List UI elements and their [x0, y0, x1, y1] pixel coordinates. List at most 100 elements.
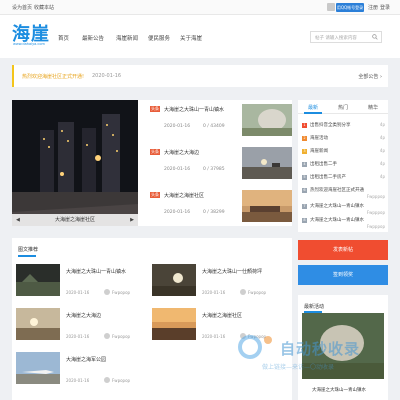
news-date: 2020-01-16 — [164, 210, 191, 215]
picture-item[interactable]: 大海崖之大珠山一仕顏荷坪 2020-01-16 Fwpopop — [152, 264, 292, 304]
picture-item[interactable]: 大海崖之大珠山一青山镇水 2020-01-16 Fwpopop — [16, 264, 156, 304]
picture-section-title: 图文推荐 — [18, 247, 39, 253]
search-icon[interactable] — [372, 34, 378, 40]
picture-author[interactable]: Fwpopop — [112, 290, 130, 295]
picture-title[interactable]: 大海崖之海军公园 — [66, 356, 106, 363]
news-thumbnail[interactable] — [242, 147, 292, 179]
headline-badge: 头条 — [150, 192, 160, 198]
list-item-views: 4p — [379, 148, 385, 153]
nav-home[interactable]: 首页 — [58, 34, 69, 42]
top-bar: 设为首页 收藏本站 用QQ帐号登录 注册 登录 — [0, 0, 400, 15]
list-item-views: Fwpppop — [366, 224, 385, 229]
picture-author[interactable]: Fwpopop — [112, 378, 130, 383]
picture-date: 2020-01-16 — [66, 290, 90, 295]
section-accent — [18, 255, 36, 257]
picture-title[interactable]: 大海崖之大珠山一青山镇水 — [66, 268, 126, 275]
watermark-subtext: 做上链接—来访—〇动收录 — [262, 364, 335, 371]
news-date: 2020-01-16 — [164, 124, 191, 129]
author-avatar — [104, 333, 110, 339]
notice-text[interactable]: 热烈欢迎海崖社区正式开通! — [22, 73, 84, 80]
news-item[interactable]: 头条 大海崖之大海边 2020-01-16 0 / 37985 — [146, 143, 292, 183]
list-item[interactable]: 2 海崖活动 — [302, 135, 328, 141]
picture-thumbnail[interactable] — [152, 264, 196, 296]
tab-latest[interactable]: 最新 — [308, 104, 318, 111]
picture-item[interactable]: 大海崖之大海边 2020-01-16 Fwpopop — [16, 308, 156, 348]
list-item-views: 4p — [379, 135, 385, 140]
image-slider[interactable]: 大海崖之海崖社区 ◀ ▶ — [12, 100, 138, 226]
nav-notice[interactable]: 最新公告 — [82, 34, 104, 42]
register-link[interactable]: 注册 — [368, 4, 378, 11]
picture-thumbnail[interactable] — [152, 308, 196, 340]
news-item[interactable]: 头条 大海崖之海崖社区 2020-01-16 0 / 38299 — [146, 186, 292, 226]
list-item[interactable]: 4 出租出售二手 — [302, 161, 337, 167]
picture-thumbnail[interactable] — [16, 308, 60, 340]
picture-author[interactable]: Fwpopop — [112, 334, 130, 339]
picture-date: 2020-01-16 — [202, 290, 226, 295]
watermark-overlay: 自动秒收录 做上链接—来访—〇动收录 — [232, 330, 392, 380]
picture-date: 2020-01-16 — [202, 334, 226, 339]
latest-section-title: 最新活动 — [304, 304, 325, 310]
author-avatar — [104, 377, 110, 383]
set-home-link[interactable]: 设为首页 — [12, 4, 32, 11]
list-item[interactable]: 1 出售抖音全类别分享 — [302, 122, 351, 128]
news-thumbnail[interactable] — [242, 104, 292, 136]
news-title[interactable]: 大海崖之大珠山一青山镇水 — [164, 106, 224, 113]
list-item[interactable]: 8 大海崖之大珠山一青山镇水 — [302, 217, 364, 223]
picture-title[interactable]: 大海崖之大海边 — [66, 312, 101, 319]
headline-badge: 头条 — [150, 149, 160, 155]
author-avatar — [104, 289, 110, 295]
picture-thumbnail[interactable] — [16, 264, 60, 296]
list-item[interactable]: 6 热烈欢迎海崖社区正式开通 — [302, 187, 364, 193]
add-favorite-link[interactable]: 收藏本站 — [34, 4, 54, 11]
sign-in-reward-button[interactable]: 签到领奖 — [298, 265, 388, 285]
list-item[interactable]: 7 大海崖之大珠山一青山镇水 — [302, 203, 364, 209]
news-date: 2020-01-16 — [164, 167, 191, 172]
login-link[interactable]: 登录 — [380, 4, 390, 11]
headline-badge: 头条 — [150, 106, 160, 112]
search-input[interactable]: 帖子 请输入搜索内容 — [310, 31, 382, 43]
sidebar-tabs-panel: 最新 热门 精华 1 出售抖音全类别分享 4p 2 海崖活动 4p 3 海崖新闻 4p… — [298, 100, 388, 232]
list-item-views: Fwpppop — [366, 194, 385, 199]
search-placeholder: 帖子 请输入搜索内容 — [315, 36, 357, 41]
new-post-button[interactable]: 发表新帖 — [298, 240, 388, 260]
notice-date: 2020-01-16 — [92, 73, 122, 79]
nav-service[interactable]: 便民服务 — [148, 34, 170, 42]
news-item[interactable]: 头条 大海崖之大珠山一青山镇水 2020-01-16 0 / 43409 — [146, 100, 292, 140]
news-stats: 0 / 38299 — [203, 210, 225, 215]
list-item-views: 4p — [379, 161, 385, 166]
picture-date: 2020-01-16 — [66, 334, 90, 339]
qq-login-button[interactable]: 用QQ帐号登录 — [336, 3, 364, 12]
news-stats: 0 / 37985 — [203, 167, 225, 172]
notice-accent — [12, 65, 14, 87]
watermark-logo-icon — [238, 335, 272, 359]
picture-title[interactable]: 大海崖之海崖社区 — [202, 312, 242, 319]
list-item-views: 4p — [379, 122, 385, 127]
picture-author[interactable]: Fwpopop — [248, 290, 266, 295]
list-item-views: Fwpppop — [366, 210, 385, 215]
nav-news[interactable]: 海崖新闻 — [116, 34, 138, 42]
all-notices-link[interactable]: 全部公告 › — [358, 73, 382, 80]
tab-hot[interactable]: 热门 — [338, 104, 348, 111]
tab-bar: 最新 热门 精华 — [298, 100, 388, 114]
latest-activity-title[interactable]: 大海崖之大珠山一青山镇水 — [312, 387, 366, 393]
site-logo-domain: www.dahaiya.com — [13, 42, 45, 46]
news-title[interactable]: 大海崖之海崖社区 — [164, 192, 204, 199]
nav-about[interactable]: 关于海崖 — [180, 34, 202, 42]
news-thumbnail[interactable] — [242, 190, 292, 222]
picture-thumbnail[interactable] — [16, 352, 60, 384]
list-item[interactable]: 3 海崖新闻 — [302, 148, 328, 154]
slider-image — [12, 100, 138, 226]
slider-caption[interactable]: 大海崖之海崖社区 — [12, 214, 138, 226]
slider-prev-icon[interactable]: ◀ — [16, 217, 20, 223]
picture-item[interactable]: 大海崖之海军公园 2020-01-16 Fwpopop — [16, 352, 156, 392]
picture-title[interactable]: 大海崖之大珠山一仕顏荷坪 — [202, 268, 262, 275]
list-item[interactable]: 5 出租出售二手房产 — [302, 174, 346, 180]
list-item-views: 4p — [379, 174, 385, 179]
qq-icon — [327, 3, 335, 11]
tab-active-indicator — [304, 112, 322, 114]
picture-date: 2020-01-16 — [66, 378, 90, 383]
news-title[interactable]: 大海崖之大海边 — [164, 149, 199, 156]
slider-next-icon[interactable]: ▶ — [130, 217, 134, 223]
author-avatar — [240, 289, 246, 295]
tab-featured[interactable]: 精华 — [368, 104, 378, 111]
